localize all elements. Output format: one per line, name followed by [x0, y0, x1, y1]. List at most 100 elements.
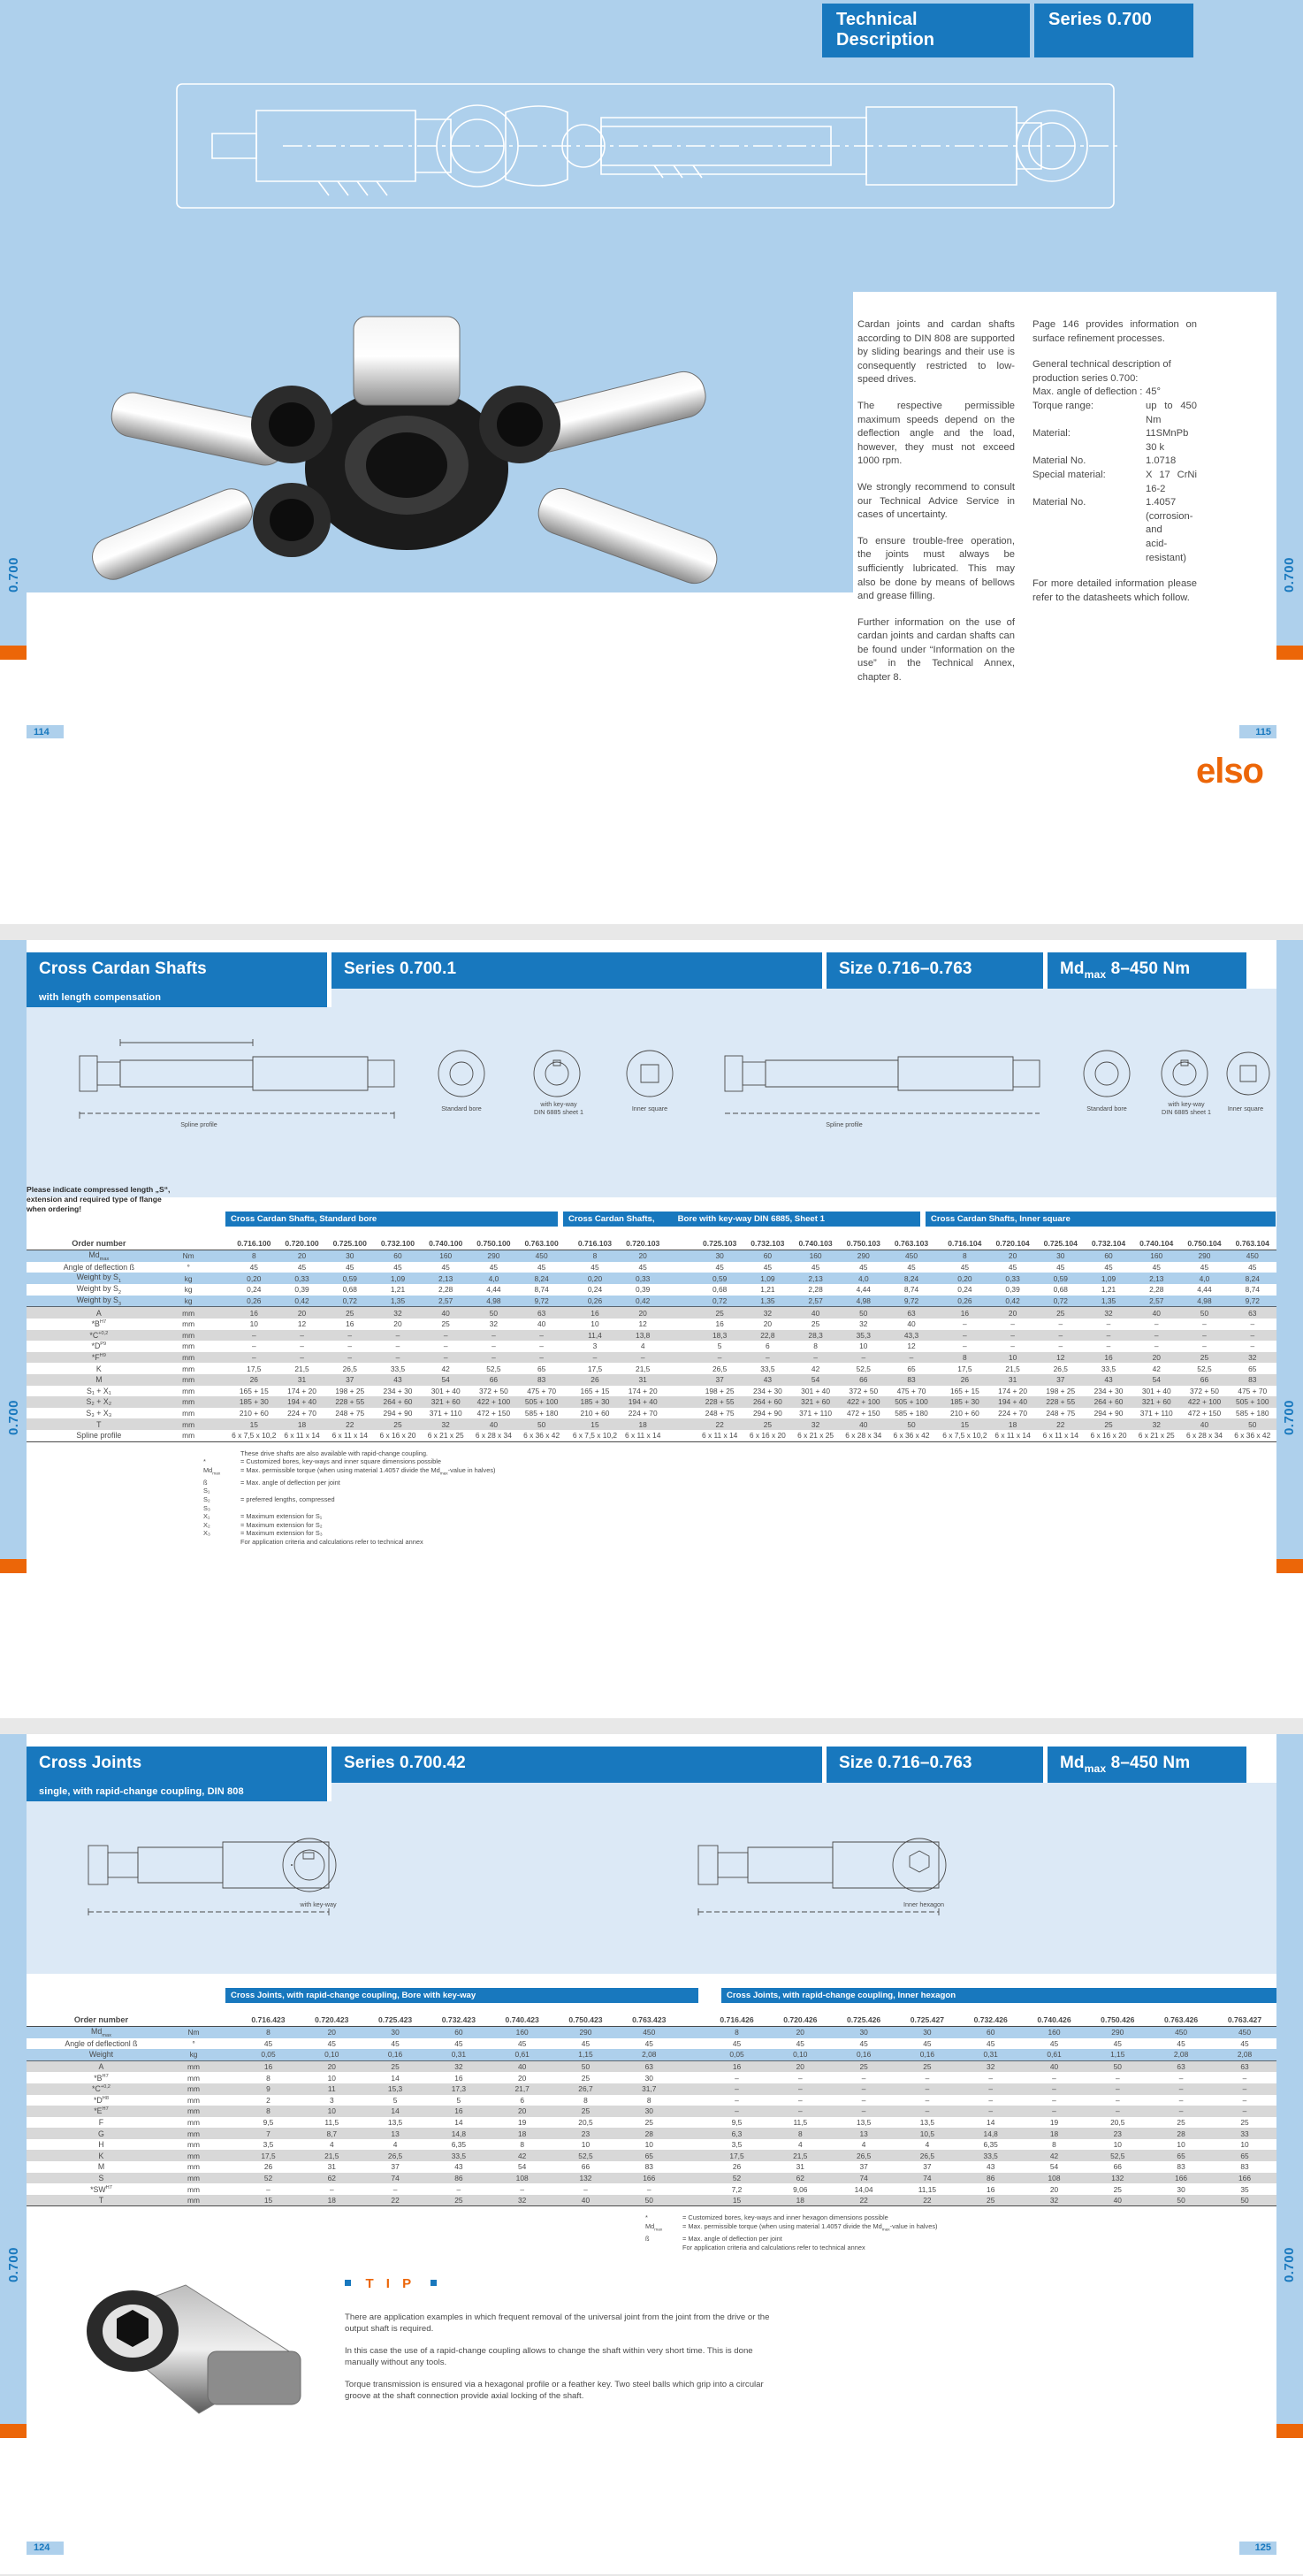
order-number-cell: 0.732.103 — [743, 1236, 792, 1250]
section-keyway-line1: Cross Cardan Shafts, — [568, 1213, 655, 1224]
caption-keyway-left: with key-way DIN 6885 sheet 1 — [534, 1099, 583, 1116]
data-cell: 50 — [617, 2194, 682, 2207]
section-keyway: Cross Cardan Shafts, Bore with key-way DI… — [563, 1211, 920, 1227]
caption-inner-square-right: Inner square — [1227, 1104, 1264, 1112]
data-cell: 198 + 25 — [1046, 1386, 1076, 1395]
data-cell: 17,5 — [587, 1364, 603, 1373]
data-cell: – — [570, 1351, 620, 1364]
footnote-symbol: S₁ — [203, 1487, 210, 1495]
data-cell: 12 — [297, 1319, 307, 1329]
data-cell: 11,5 — [793, 2118, 808, 2127]
row-unit: mm — [187, 2073, 200, 2083]
row-unit: mm — [182, 1319, 195, 1329]
data-cell: 13,8 — [619, 1329, 667, 1342]
rail-label-right: 0.700 — [1282, 2247, 1297, 2283]
bar-gap — [698, 1988, 721, 2003]
data-cell: – — [373, 1351, 423, 1364]
data-cell: 472 + 150 — [1187, 1409, 1222, 1418]
data-cell: – — [539, 1342, 544, 1351]
data-cell: 6 x 36 x 42 — [887, 1429, 936, 1442]
data-cell: – — [1086, 2083, 1150, 2095]
data-cell: 21,7 — [490, 2083, 554, 2095]
brand-logo: elso — [1195, 752, 1264, 791]
data-cell: 45 — [859, 1262, 868, 1272]
data-cell: 8 — [520, 2140, 524, 2150]
data-cell: 50 — [887, 1418, 936, 1430]
row-unit: mm — [187, 2118, 200, 2127]
data-cell: 35,3 — [839, 1329, 888, 1342]
data-cell: 18 — [300, 2194, 364, 2207]
data-cell: – — [895, 2106, 959, 2117]
spacer-cell — [205, 1351, 231, 1364]
footnote-symbol: S₂ — [203, 1494, 210, 1503]
data-cell: 14,04 — [854, 2184, 873, 2194]
data-cell: 264 + 60 — [373, 1396, 423, 1408]
row-label: S₁ + X₁ — [87, 1386, 111, 1395]
data-cell: – — [797, 2073, 803, 2083]
md-label: Md — [1060, 959, 1085, 978]
data-cell: 25 — [644, 2118, 653, 2127]
spacer-cell — [211, 2026, 237, 2038]
page3-subtitle-row: single, with rapid-change coupling, DIN … — [0, 1782, 1303, 1801]
data-cell: 3 — [592, 1342, 598, 1351]
order-number-cell: 0.750.426 — [1086, 2013, 1150, 2027]
spec-key: Material: — [1032, 428, 1071, 440]
intro-paragraph: Cardan joints and cardan shafts accordin… — [857, 319, 1015, 386]
data-cell: 32 — [743, 1306, 792, 1319]
tip-square-left-icon — [345, 2280, 351, 2287]
data-cell: – — [1086, 2106, 1150, 2117]
data-cell: 83 — [517, 1373, 566, 1386]
table-row: Spline profile mm 6 x 7,5 x 10,2 6 x 11 x 1… — [27, 1429, 1276, 1442]
spec-key: Max. angle of deflection : — [1032, 386, 1143, 398]
datasheet-note: For more detailed information please ref… — [1032, 578, 1197, 603]
row-label: Weight — [27, 2049, 176, 2061]
data-cell: 42 — [490, 2150, 554, 2162]
data-cell: 66 — [839, 1373, 888, 1386]
data-cell: – — [895, 2083, 959, 2095]
data-cell: – — [517, 1329, 566, 1342]
data-cell: 16 — [454, 2073, 463, 2083]
data-cell: 450 — [1228, 1250, 1276, 1262]
spacer-cell — [206, 1408, 231, 1419]
section-keyway-line2: Bore with key-way DIN 6885, Sheet 1 — [677, 1213, 825, 1224]
data-cell: 6 x 16 x 20 — [743, 1429, 792, 1442]
row-label: *DH8 — [93, 2095, 109, 2105]
data-cell: 43 — [1084, 1373, 1133, 1386]
data-cell: 45 — [263, 2038, 273, 2048]
order-number-cell: 0.725.100 — [325, 1236, 374, 1250]
data-cell: 43 — [743, 1373, 792, 1386]
md-subscript: max — [1084, 967, 1107, 981]
data-cell: 0,68 — [712, 1285, 728, 1295]
data-cell: 45 — [591, 1262, 599, 1272]
data-cell: 11,4 — [570, 1329, 620, 1342]
data-cell: 585 + 180 — [1236, 1409, 1269, 1418]
data-cell: 54 — [791, 1373, 840, 1386]
order-number-cell: 0.725.426 — [832, 2013, 895, 2027]
data-cell: – — [1106, 1342, 1111, 1351]
data-cell: – — [832, 2106, 895, 2117]
data-cell: 4 — [797, 2140, 803, 2150]
data-cell: 0,68 — [342, 1285, 357, 1295]
data-cell: 0,72 — [1036, 1295, 1085, 1308]
data-cell: 16 — [236, 2060, 301, 2073]
inner-gap — [667, 1262, 696, 1273]
data-cell: 290 — [553, 2026, 618, 2038]
rail-label-left: 0.700 — [6, 557, 21, 593]
row-label: Weight by S3 — [27, 1295, 171, 1308]
order-number-cell: 0.740.423 — [490, 2013, 554, 2027]
spacer-cell — [211, 2049, 237, 2061]
data-cell: 3 — [329, 2095, 334, 2105]
data-cell: 32 — [859, 1319, 868, 1329]
data-cell: 45 — [441, 1262, 450, 1272]
data-cell: 5 — [717, 1342, 722, 1351]
data-cell: – — [887, 1351, 936, 1364]
table-row: *FH9 mm – – – – – – – – – – – – – –8 10 12 16 20 25 32 — [27, 1351, 1276, 1364]
caption-standard-bore-left: Standard bore — [441, 1104, 482, 1112]
data-cell: – — [443, 1342, 448, 1351]
data-cell: – — [1242, 2073, 1247, 2083]
data-cell: 63 — [517, 1306, 566, 1319]
spacer-cell — [211, 2072, 237, 2083]
data-cell: 32 — [791, 1418, 840, 1430]
table-row: Mdmax Nm 8 20 30 60 160 290 450 8 20 30 30 60 160 290 45… — [27, 2026, 1276, 2038]
data-cell: 4 — [329, 2140, 334, 2150]
